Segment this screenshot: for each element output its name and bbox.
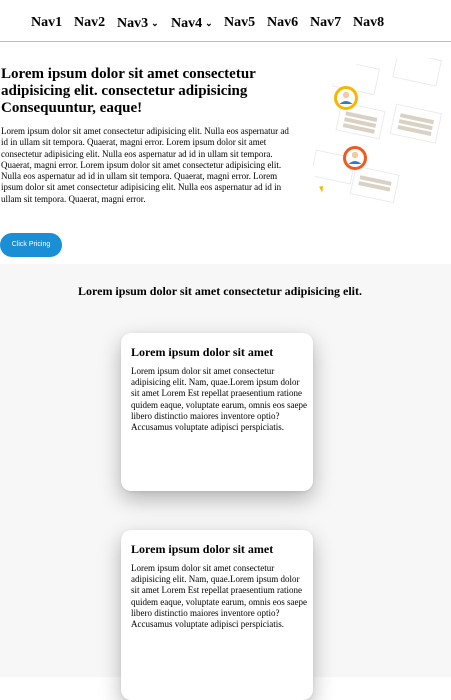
- nav-item-label: Nav6: [267, 15, 299, 30]
- nav-item-7[interactable]: Nav7: [310, 15, 341, 31]
- feature-card: Lorem ipsum dolor sit amet Lorem ipsum d…: [121, 333, 313, 491]
- top-navbar: Nav1 Nav2 Nav3 ⌄ Nav4 ⌄ Nav5 Nav6 Nav7 Nav…: [0, 0, 451, 42]
- hero-paragraph: Lorem ipsum dolor sit amet consectetur a…: [1, 126, 289, 204]
- dashboard-illustration-icon: [313, 58, 443, 204]
- card-title: Lorem ipsum dolor sit amet: [131, 345, 274, 359]
- nav-item-1[interactable]: Nav1: [31, 15, 62, 31]
- hero-title: Lorem ipsum dolor sit amet consectetur a…: [1, 66, 256, 116]
- nav-item-3[interactable]: Nav3 ⌄: [117, 15, 159, 32]
- nav-item-6[interactable]: Nav6: [267, 15, 298, 31]
- features-section: Lorem ipsum dolor sit amet consectetur a…: [0, 264, 451, 700]
- nav-item-2[interactable]: Nav2: [74, 15, 105, 31]
- nav-item-label: Nav3: [117, 16, 149, 31]
- nav-item-label: Nav5: [224, 15, 256, 30]
- chevron-down-icon: ⌄: [151, 18, 159, 28]
- nav-item-label: Nav1: [31, 15, 63, 30]
- card-text: Lorem ipsum dolor sit amet consectetur a…: [131, 563, 307, 630]
- section-heading: Lorem ipsum dolor sit amet consectetur a…: [78, 284, 362, 298]
- nav-item-label: Nav2: [74, 15, 106, 30]
- nav-item-5[interactable]: Nav5: [224, 15, 255, 31]
- nav-item-label: Nav4: [171, 16, 203, 31]
- card-title: Lorem ipsum dolor sit amet: [131, 542, 274, 556]
- chevron-down-icon: ⌄: [205, 18, 213, 28]
- nav-item-label: Nav7: [310, 15, 342, 30]
- click-pricing-button[interactable]: Click Pricing: [0, 233, 62, 257]
- feature-card: Lorem ipsum dolor sit amet Lorem ipsum d…: [121, 530, 313, 700]
- nav-item-4[interactable]: Nav4 ⌄: [171, 15, 213, 32]
- card-text: Lorem ipsum dolor sit amet consectetur a…: [131, 366, 307, 433]
- nav-item-label: Nav8: [353, 15, 385, 30]
- nav-item-8[interactable]: Nav8: [353, 15, 384, 31]
- hero-illustration: [313, 58, 451, 204]
